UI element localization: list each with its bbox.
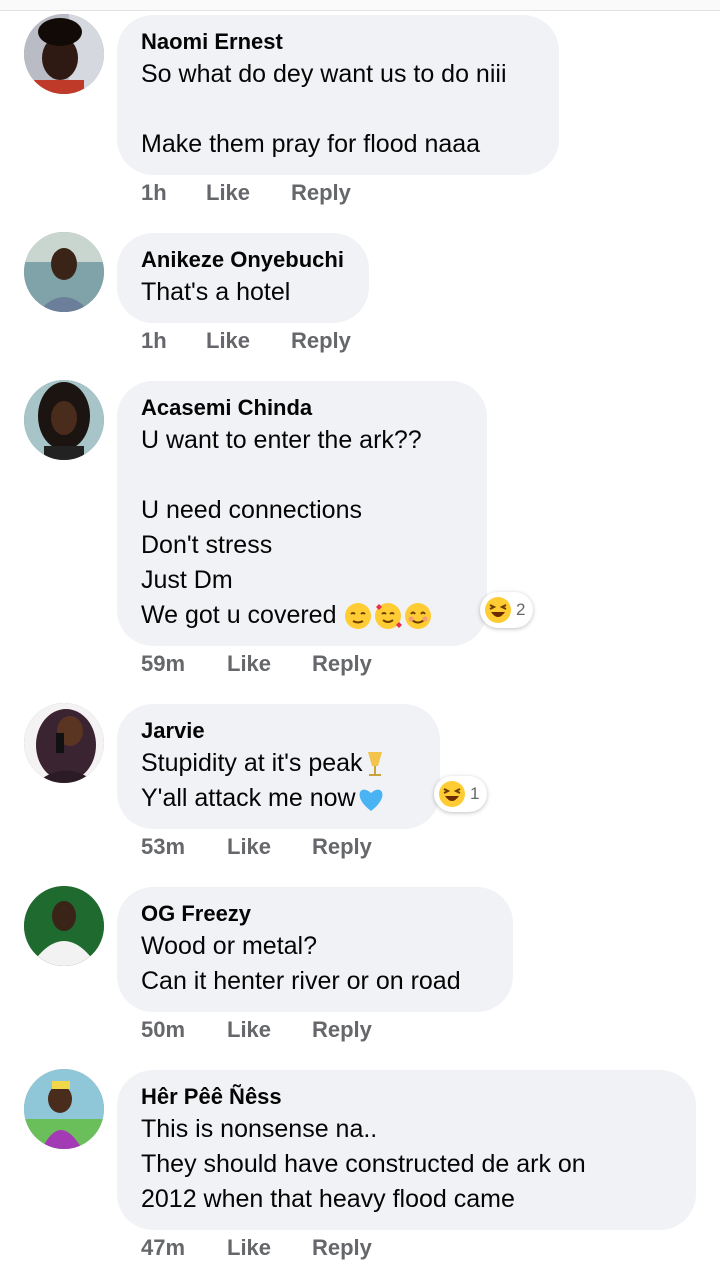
blue-heart-icon (359, 790, 383, 812)
timestamp[interactable]: 47m (141, 1235, 185, 1261)
comment-author[interactable]: Jarvie (141, 716, 416, 746)
reaction-count: 1 (470, 784, 480, 803)
like-button[interactable]: Like (227, 1235, 271, 1261)
reply-button[interactable]: Reply (312, 1235, 372, 1261)
timestamp[interactable]: 1h (141, 180, 167, 206)
comment-author[interactable]: OG Freezy (141, 899, 489, 929)
comment-text: Y'all attack me now (141, 784, 356, 812)
avatar[interactable] (24, 1069, 104, 1149)
like-button[interactable]: Like (206, 328, 250, 354)
comment-text: U need connections (141, 496, 362, 524)
comment-text-with-emoji: Stupidity at it's peak (141, 746, 416, 781)
like-button[interactable]: Like (227, 1017, 271, 1043)
reaction-count: 2 (516, 600, 526, 619)
reply-button[interactable]: Reply (291, 180, 351, 206)
comment-text: Stupidity at it's peak (141, 749, 363, 777)
reply-button[interactable]: Reply (312, 1017, 372, 1043)
smiling-hearts-emoji-icon (375, 603, 403, 630)
timestamp[interactable]: 50m (141, 1017, 185, 1043)
top-divider (0, 0, 720, 11)
comment-text: So what do dey want us to do niii (141, 60, 507, 88)
timestamp[interactable]: 59m (141, 651, 185, 677)
avatar[interactable] (24, 886, 104, 966)
reply-button[interactable]: Reply (291, 328, 351, 354)
comment-bubble: Jarvie Stupidity at it's peak Y'all atta… (117, 704, 440, 829)
relieved-emoji-icon (345, 603, 372, 630)
comment-text: They should have constructed de ark on (141, 1150, 586, 1178)
comment-bubble: OG Freezy Wood or metal? Can it henter r… (117, 887, 513, 1012)
avatar[interactable] (24, 703, 104, 783)
like-button[interactable]: Like (227, 651, 271, 677)
reaction-badge[interactable]: 2 (480, 592, 534, 628)
comment-bubble: Hêr Pêê Ñêss This is nonsense na.. They … (117, 1070, 696, 1230)
comment-text-with-emoji: Y'all attack me now (141, 781, 416, 816)
comment-text: Don't stress (141, 531, 273, 559)
comment-text (141, 92, 535, 127)
comment-bubble: Naomi Ernest So what do dey want us to d… (117, 15, 559, 175)
comment-text (141, 458, 463, 493)
smiling-emoji-icon (405, 603, 432, 630)
reaction-badge[interactable]: 1 (434, 776, 488, 812)
comment-text: Wood or metal? (141, 932, 318, 960)
comment-bubble: Acasemi Chinda U want to enter the ark??… (117, 381, 487, 646)
reply-button[interactable]: Reply (312, 834, 372, 860)
timestamp[interactable]: 1h (141, 328, 167, 354)
comment-text: 2012 when that heavy flood came (141, 1185, 515, 1213)
like-button[interactable]: Like (206, 180, 250, 206)
toast-glass-emoji-icon (367, 752, 382, 777)
laughing-emoji-icon (439, 781, 465, 807)
comment-bubble: Anikeze Onyebuchi That's a hotel (117, 233, 369, 323)
comment-text: U want to enter the ark?? (141, 426, 422, 454)
avatar[interactable] (24, 380, 104, 460)
comment-text: We got u covered (141, 601, 344, 629)
comment-text-with-emoji: We got u covered (141, 598, 463, 633)
like-button[interactable]: Like (227, 834, 271, 860)
reply-button[interactable]: Reply (312, 651, 372, 677)
comment-text: This is nonsense na.. (141, 1115, 378, 1143)
comment-author[interactable]: Anikeze Onyebuchi (141, 245, 345, 275)
comment-author[interactable]: Hêr Pêê Ñêss (141, 1082, 672, 1112)
laughing-emoji-icon (485, 597, 511, 623)
comment-text: Make them pray for flood naaa (141, 130, 481, 158)
timestamp[interactable]: 53m (141, 834, 185, 860)
comment-author[interactable]: Acasemi Chinda (141, 393, 463, 423)
comment-author[interactable]: Naomi Ernest (141, 27, 535, 57)
comment-text: Can it henter river or on road (141, 967, 461, 995)
comment-text: Just Dm (141, 566, 233, 594)
comment-text: That's a hotel (141, 278, 291, 306)
avatar[interactable] (24, 232, 104, 312)
avatar[interactable] (24, 14, 104, 94)
